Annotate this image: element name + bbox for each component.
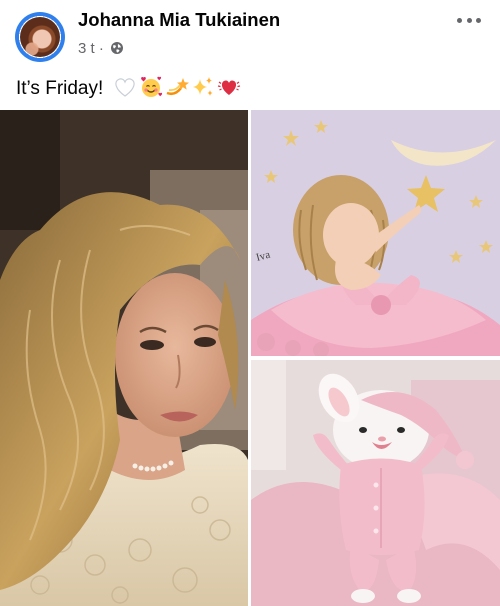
post-text: It’s Friday! [16, 76, 241, 100]
photo-doll-stars-image: Iva [251, 110, 500, 356]
avatar-photo [20, 17, 60, 57]
globe-icon [111, 42, 124, 54]
post-meta: 3 t · [78, 40, 124, 57]
beating-heart-icon [217, 80, 240, 95]
author-name[interactable]: Johanna Mia Tukiainen [78, 9, 280, 31]
post-header: Johanna Mia Tukiainen 3 t · [0, 0, 500, 70]
photo-grid: Iva [0, 110, 500, 606]
sparkles-icon [192, 77, 213, 96]
smiling-face-with-hearts-icon [140, 76, 162, 97]
white-heart-icon [114, 78, 135, 97]
emoji-row [113, 76, 241, 98]
more-options-icon[interactable] [454, 10, 484, 30]
photo-bunny-pajamas-image [251, 360, 500, 606]
photo-woman-selfie-image [0, 110, 248, 606]
dizzy-icon [166, 78, 189, 96]
avatar[interactable] [15, 12, 65, 62]
post-text-content: It’s Friday! [16, 78, 104, 99]
post-time[interactable]: 3 t · [78, 40, 104, 57]
photo-woman-selfie[interactable] [0, 110, 248, 606]
photo-doll-stars[interactable]: Iva [251, 110, 500, 356]
photo-bunny-pajamas[interactable] [251, 360, 500, 606]
